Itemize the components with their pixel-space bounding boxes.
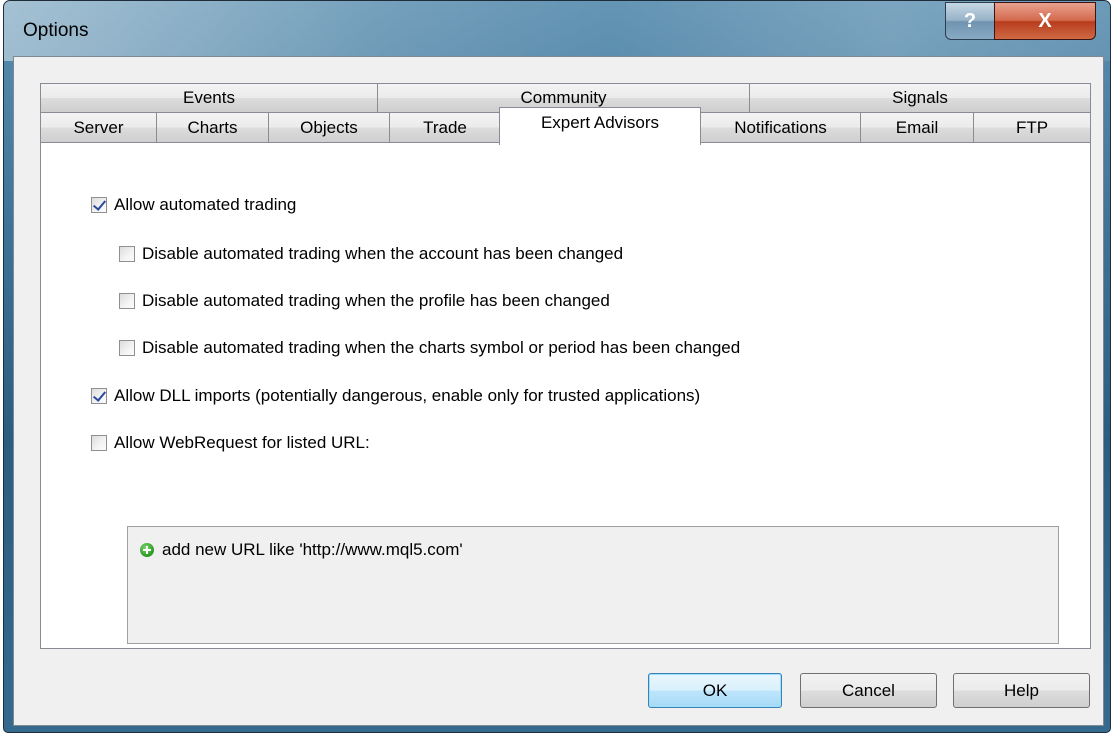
allow-automated-trading-label: Allow automated trading xyxy=(114,195,297,214)
question-icon: ? xyxy=(963,9,977,32)
plus-circle-icon xyxy=(140,543,154,557)
allow-dll-imports-label: Allow DLL imports (potentially dangerous… xyxy=(114,386,701,405)
tab-notifications[interactable]: Notifications xyxy=(700,112,861,142)
disable-on-profile-change-label: Disable automated trading when the profi… xyxy=(142,291,610,310)
close-button[interactable]: X xyxy=(994,2,1096,40)
tab-server[interactable]: Server xyxy=(40,112,157,142)
expert-advisors-page: Allow automated trading Disable automate… xyxy=(40,142,1091,649)
allow-webrequest-label: Allow WebRequest for listed URL: xyxy=(114,433,370,452)
add-url-item[interactable]: add new URL like 'http://www.mql5.com' xyxy=(140,540,463,560)
allow-dll-imports-row[interactable]: Allow DLL imports (potentially dangerous… xyxy=(91,386,700,406)
tab-expert-advisors[interactable]: Expert Advisors xyxy=(499,107,701,145)
disable-on-symbol-change-label: Disable automated trading when the chart… xyxy=(142,338,741,357)
disable-on-account-change-label: Disable automated trading when the accou… xyxy=(142,244,624,263)
title-bar[interactable]: Options ? X xyxy=(4,1,1110,61)
tab-signals[interactable]: Signals xyxy=(749,83,1091,112)
close-icon: X xyxy=(1038,9,1052,32)
tab-trade[interactable]: Trade xyxy=(389,112,501,142)
cancel-button[interactable]: Cancel xyxy=(800,673,937,708)
allow-dll-imports-checkbox[interactable] xyxy=(91,388,107,404)
allow-automated-trading-checkbox[interactable] xyxy=(91,197,107,213)
disable-on-profile-change-row[interactable]: Disable automated trading when the profi… xyxy=(119,291,610,311)
window-title: Options xyxy=(23,20,89,41)
help-button[interactable]: Help xyxy=(953,673,1090,708)
dialog-client-area: Events Community Signals Server Charts O… xyxy=(13,56,1104,726)
allow-automated-trading-row[interactable]: Allow automated trading xyxy=(91,195,296,215)
add-url-label: add new URL like 'http://www.mql5.com' xyxy=(162,540,463,559)
url-list[interactable]: add new URL like 'http://www.mql5.com' xyxy=(127,526,1059,644)
disable-on-symbol-change-checkbox[interactable] xyxy=(119,340,135,356)
disable-on-account-change-checkbox[interactable] xyxy=(119,246,135,262)
tab-email[interactable]: Email xyxy=(860,112,974,142)
tab-charts[interactable]: Charts xyxy=(156,112,269,142)
tab-objects[interactable]: Objects xyxy=(268,112,390,142)
options-dialog: Options ? X Events Community Signals Ser… xyxy=(3,0,1111,733)
allow-webrequest-row[interactable]: Allow WebRequest for listed URL: xyxy=(91,433,370,453)
ok-button[interactable]: OK xyxy=(648,673,782,708)
disable-on-account-change-row[interactable]: Disable automated trading when the accou… xyxy=(119,244,623,264)
allow-webrequest-checkbox[interactable] xyxy=(91,435,107,451)
disable-on-profile-change-checkbox[interactable] xyxy=(119,293,135,309)
disable-on-symbol-change-row[interactable]: Disable automated trading when the chart… xyxy=(119,338,740,358)
tab-events[interactable]: Events xyxy=(40,83,378,112)
tab-ftp[interactable]: FTP xyxy=(973,112,1091,142)
help-caption-button[interactable]: ? xyxy=(945,2,995,40)
